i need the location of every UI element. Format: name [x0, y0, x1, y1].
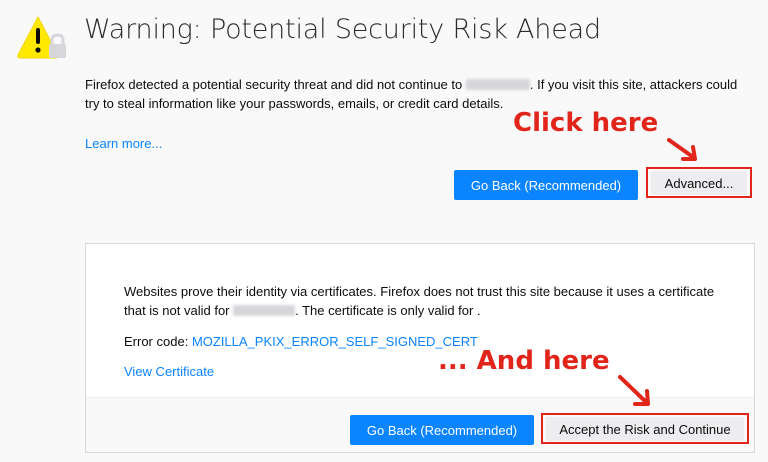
accept-risk-button[interactable]: Accept the Risk and Continue [546, 417, 744, 441]
go-back-button-2[interactable]: Go Back (Recommended) [350, 415, 534, 445]
go-back-button[interactable]: Go Back (Recommended) [454, 170, 638, 200]
annotation-and-here: ... And here [438, 346, 610, 376]
intro-text-before: Firefox detected a potential security th… [85, 77, 463, 92]
annotation-arrow-icon-2 [618, 375, 650, 406]
page-title: Warning: Potential Security Risk Ahead [84, 14, 601, 45]
warning-lock-icon [17, 15, 66, 59]
error-code-link[interactable]: MOZILLA_PKIX_ERROR_SELF_SIGNED_CERT [192, 334, 478, 349]
redacted-hostname-2 [233, 305, 296, 316]
certificate-text-after: . The certificate is only valid for . [295, 303, 481, 318]
error-code-line: Error code: MOZILLA_PKIX_ERROR_SELF_SIGN… [124, 332, 478, 351]
redacted-hostname [465, 79, 530, 90]
learn-more-link[interactable]: Learn more... [85, 136, 162, 151]
view-certificate-link[interactable]: View Certificate [124, 364, 214, 379]
certificate-explanation: Websites prove their identity via certif… [124, 282, 724, 320]
advanced-button[interactable]: Advanced... [651, 171, 747, 195]
annotation-arrow-icon [667, 138, 697, 161]
annotation-click-here: Click here [513, 108, 659, 138]
error-code-label: Error code: [124, 334, 189, 349]
